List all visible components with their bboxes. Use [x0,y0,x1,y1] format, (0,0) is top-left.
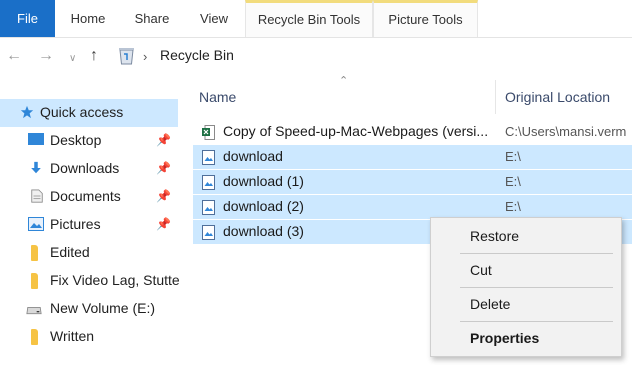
column-header-name[interactable]: Name [199,89,236,105]
sidebar-item-label: Desktop [50,132,102,148]
pin-icon[interactable]: 📌 [156,161,171,175]
sidebar-item-desktop[interactable]: Desktop 📌 [0,127,178,155]
sidebar-item-label: Pictures [50,216,101,232]
tab-picture-tools[interactable]: Picture Tools [373,0,478,37]
file-original-location: C:\Users\mansi.verm [505,124,627,139]
ribbon: File Home Share View Recycle Bin Tools P… [0,0,632,38]
file-row[interactable]: download (2) E:\ [193,195,632,219]
pin-icon[interactable]: 📌 [156,189,171,203]
menu-item-label: Cut [470,262,492,278]
menu-item-restore[interactable]: Restore [431,221,621,251]
recycle-bin-icon [119,48,134,65]
sidebar-item-quick-access[interactable]: Quick access [0,99,178,127]
up-arrow-icon[interactable]: ↑ [90,48,98,64]
file-row[interactable]: download E:\ [193,145,632,169]
sort-ascending-icon: ⌃ [339,75,349,87]
download-arrow-icon [31,161,41,174]
tab-home[interactable]: Home [59,0,117,37]
excel-file-icon [202,125,215,140]
menu-item-delete[interactable]: Delete [431,289,621,319]
menu-item-label: Delete [470,296,511,312]
file-name: download [223,148,283,164]
tab-recycle-bin-tools[interactable]: Recycle Bin Tools [245,0,373,37]
menu-separator [460,253,613,254]
menu-separator [460,287,613,288]
sidebar-item-written[interactable]: Written [0,323,178,351]
sidebar-item-edited[interactable]: Edited [0,239,178,267]
file-row[interactable]: download (1) E:\ [193,170,632,194]
sidebar-item-label: Quick access [40,104,124,120]
file-original-location: E:\ [505,149,521,164]
sidebar-item-fix-video-lag[interactable]: Fix Video Lag, Stutte [0,267,180,295]
folder-icon [31,245,38,261]
address-bar: ← → ∨ ↑ › Recycle Bin [0,38,632,74]
file-original-location: E:\ [505,174,521,189]
desktop-icon [28,133,44,145]
menu-item-cut[interactable]: Cut [431,255,621,285]
tab-share[interactable]: Share [124,0,180,37]
folder-icon [31,273,38,289]
pin-icon[interactable]: 📌 [156,217,171,231]
back-arrow-icon[interactable]: ← [6,48,22,64]
sidebar-item-downloads[interactable]: Downloads 📌 [0,155,178,183]
column-header-original-location[interactable]: Original Location [505,89,610,105]
image-file-icon [202,200,215,215]
folder-icon [31,329,38,345]
file-name: download (2) [223,198,304,214]
tab-file[interactable]: File [0,0,55,37]
star-icon [20,105,34,119]
image-file-icon [202,175,215,190]
navigation-pane: Quick access Desktop 📌 Downloads 📌 Docum… [0,90,180,365]
sidebar-item-label: Documents [50,188,121,204]
tab-view[interactable]: View [188,0,240,37]
pictures-icon [28,217,44,231]
column-divider[interactable] [495,80,496,114]
context-menu: Restore Cut Delete Properties [430,217,622,357]
forward-arrow-icon[interactable]: → [38,48,54,64]
file-name: download (1) [223,173,304,189]
file-row[interactable]: Copy of Speed-up-Mac-Webpages (versi... … [193,120,632,144]
pin-icon[interactable]: 📌 [156,133,171,147]
file-name: Copy of Speed-up-Mac-Webpages (versi... [223,123,489,139]
sidebar-item-new-volume-e[interactable]: New Volume (E:) [0,295,178,323]
menu-item-properties[interactable]: Properties [431,323,621,353]
menu-separator [460,321,613,322]
document-icon [31,189,43,203]
recent-locations-chevron-icon[interactable]: ∨ [69,51,76,67]
sidebar-item-label: Edited [50,244,90,260]
sidebar-item-documents[interactable]: Documents 📌 [0,183,178,211]
sidebar-item-pictures[interactable]: Pictures 📌 [0,211,178,239]
image-file-icon [202,225,215,240]
sidebar-item-label: Fix Video Lag, Stutte [50,272,180,288]
menu-item-label: Properties [470,330,540,346]
menu-item-label: Restore [470,228,520,244]
file-original-location: E:\ [505,199,521,214]
image-file-icon [202,150,215,165]
breadcrumb-chevron-icon[interactable]: › [143,49,147,64]
sidebar-item-label: New Volume (E:) [50,300,156,316]
breadcrumb-recycle-bin[interactable]: Recycle Bin [160,47,234,63]
drive-icon [26,307,42,315]
sidebar-item-label: Downloads [50,160,120,176]
sidebar-item-label: Written [50,328,95,344]
